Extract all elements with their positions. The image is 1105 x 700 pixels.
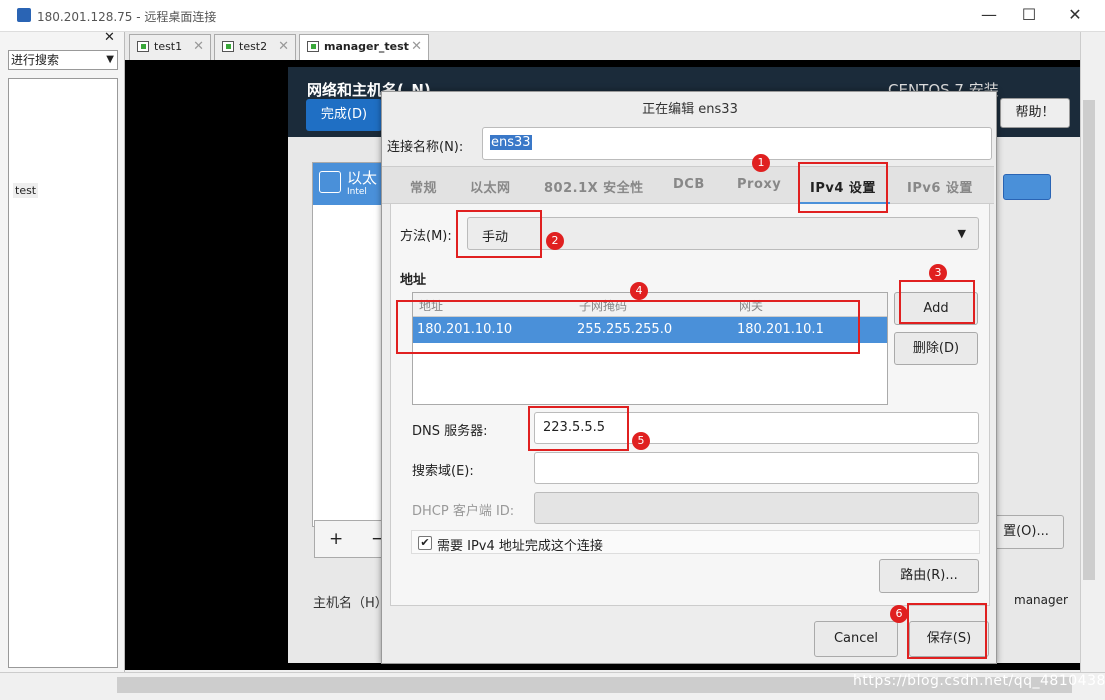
delete-address-button[interactable]: 删除(D) xyxy=(894,332,978,365)
ethernet-icon xyxy=(319,171,341,193)
method-label: 方法(M): xyxy=(400,229,452,244)
require-ipv4-label: 需要 IPv4 地址完成这个连接 xyxy=(437,539,603,554)
maximize-button[interactable]: ☐ xyxy=(1006,0,1052,32)
session-tab-bar: test1 ✕ test2 ✕ manager_test ✕ xyxy=(125,32,1080,60)
left-list: test xyxy=(8,78,118,668)
annotation-badge-4: 4 xyxy=(630,282,648,300)
tab-dcb[interactable]: DCB xyxy=(673,177,705,192)
add-device-button[interactable]: + xyxy=(329,529,343,549)
annotation-box-method xyxy=(456,210,542,258)
remote-desktop-icon xyxy=(17,8,31,22)
dns-label: DNS 服务器: xyxy=(412,424,488,439)
help-button[interactable]: 帮助！ xyxy=(1000,98,1070,128)
device-item[interactable]: 以太 Intel xyxy=(313,163,383,205)
addresses-heading: 地址 xyxy=(400,273,427,288)
configure-button[interactable]: 置(O)... xyxy=(988,515,1064,549)
annotation-badge-5: 5 xyxy=(632,432,650,450)
annotation-badge-2: 2 xyxy=(546,232,564,250)
close-tab-icon[interactable]: ✕ xyxy=(193,35,204,59)
dhcp-id-input xyxy=(534,492,979,524)
search-domain-label: 搜索域(E): xyxy=(412,464,474,479)
tab-general[interactable]: 常规 xyxy=(410,177,437,196)
device-toolbar: + − xyxy=(314,520,385,558)
search-domain-input[interactable] xyxy=(534,452,979,484)
dialog-tabs: 常规 以太网 802.1X 安全性 DCB Proxy IPv4 设置 IPv6… xyxy=(382,166,994,205)
dialog-title: 正在编辑 ens33 xyxy=(642,102,738,117)
close-tab-icon[interactable]: ✕ xyxy=(411,35,422,59)
tab-ipv6[interactable]: IPv6 设置 xyxy=(907,177,973,196)
cancel-button[interactable]: Cancel xyxy=(814,621,898,657)
routes-button[interactable]: 路由(R)... xyxy=(879,559,979,593)
watermark: https://blog.csdn.net/qq_48104389 xyxy=(853,673,1105,689)
annotation-badge-6: 6 xyxy=(890,605,908,623)
close-button[interactable]: ✕ xyxy=(1052,0,1098,32)
tab-proxy[interactable]: Proxy xyxy=(737,177,781,192)
annotation-box-save xyxy=(907,603,987,659)
annotation-box-add xyxy=(899,280,975,324)
annotation-box-ipv4-tab xyxy=(798,162,888,213)
tab-manager-test[interactable]: manager_test ✕ xyxy=(299,34,429,60)
annotation-badge-1: 1 xyxy=(752,154,770,172)
hostname-label: 主机名（H） xyxy=(313,596,388,611)
window-title-bar: 180.201.128.75 - 远程桌面连接 — ☐ ✕ xyxy=(0,0,1105,32)
window-title: 180.201.128.75 - 远程桌面连接 xyxy=(37,10,217,24)
connection-toggle[interactable] xyxy=(1003,174,1051,200)
tab-ethernet[interactable]: 以太网 xyxy=(470,177,511,196)
device-list xyxy=(312,162,384,527)
tab-icon xyxy=(137,41,149,52)
dropdown-arrow-icon: ▼ xyxy=(106,54,114,65)
connection-name-input[interactable]: ens33 xyxy=(482,127,992,160)
hostname-value: manager xyxy=(1014,593,1068,607)
edit-connection-dialog: 正在编辑 ens33 连接名称(N): ens33 常规 以太网 802.1X … xyxy=(381,91,997,664)
vertical-scroll-thumb[interactable] xyxy=(1083,100,1095,580)
done-button[interactable]: 完成(D) xyxy=(306,99,382,131)
close-tab-icon[interactable]: ✕ xyxy=(278,35,289,59)
annotation-box-address-row xyxy=(396,300,860,354)
list-item[interactable]: test xyxy=(13,183,39,198)
tab-test1[interactable]: test1 ✕ xyxy=(129,34,211,60)
method-select[interactable]: 手动 ▼ xyxy=(467,217,979,250)
annotation-box-dns xyxy=(528,406,629,451)
close-panel-icon[interactable]: ✕ xyxy=(104,30,115,45)
tab-8021x[interactable]: 802.1X 安全性 xyxy=(544,177,644,196)
tab-icon xyxy=(307,41,319,52)
connection-name-label: 连接名称(N): xyxy=(387,140,464,155)
tab-test2[interactable]: test2 ✕ xyxy=(214,34,296,60)
dhcp-id-label: DHCP 客户端 ID: xyxy=(412,504,515,519)
dropdown-arrow-icon: ▼ xyxy=(957,227,966,240)
tab-icon xyxy=(222,41,234,52)
require-ipv4-checkbox[interactable]: ✔ xyxy=(418,536,432,550)
left-panel: ✕ 进行搜索 ▼ test xyxy=(0,30,125,672)
search-input[interactable]: 进行搜索 ▼ xyxy=(8,50,118,70)
annotation-badge-3: 3 xyxy=(929,264,947,282)
